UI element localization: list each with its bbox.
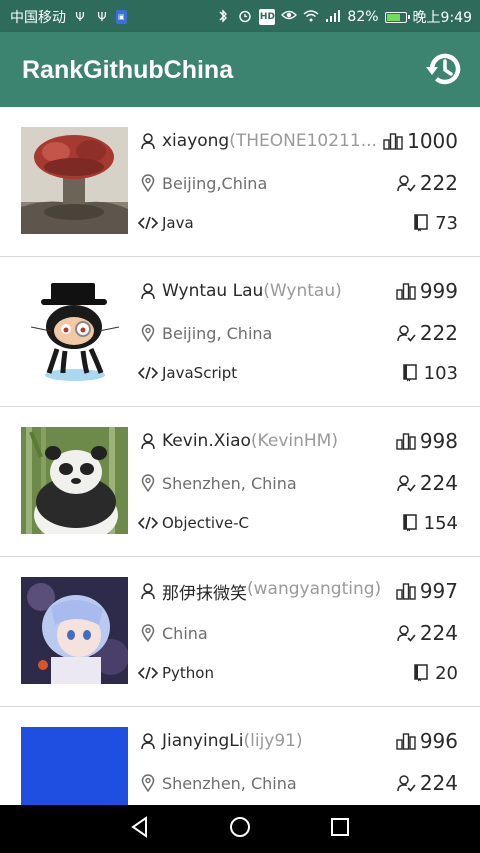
home-icon bbox=[229, 816, 251, 842]
user-location: Shenzhen, China bbox=[162, 773, 297, 793]
user-card[interactable]: Kevin.Xiao (KevinHM) 998 Shenzhen, China 224… bbox=[0, 407, 480, 557]
user-name: 那伊抹微笑 bbox=[162, 583, 247, 604]
user-card[interactable]: JianyingLi (lijy91) 996 Shenzhen, China 224 bbox=[0, 707, 480, 805]
avatar bbox=[21, 127, 128, 234]
repo-icon bbox=[411, 663, 431, 683]
repos-value: 20 bbox=[435, 662, 458, 684]
eye-icon bbox=[281, 9, 298, 25]
user-language: Objective-C bbox=[162, 514, 250, 532]
user-rank-list[interactable]: xiayong (THEONE10211... 1000 Beijing,China 2… bbox=[0, 107, 480, 805]
location-pin-icon bbox=[138, 473, 158, 493]
battery-icon bbox=[384, 11, 410, 23]
followers-value: 224 bbox=[419, 621, 458, 645]
back-icon bbox=[129, 816, 151, 842]
carrier-label: 中国移动 bbox=[10, 10, 66, 26]
app-title: RankGithubChina bbox=[22, 56, 234, 84]
battery-percent: 82% bbox=[347, 9, 379, 25]
user-card[interactable]: xiayong (THEONE10211... 1000 Beijing,China 2… bbox=[0, 107, 480, 257]
user-name: JianyingLi bbox=[162, 731, 244, 751]
user-login: (THEONE10211... bbox=[229, 131, 377, 151]
followers-value: 224 bbox=[419, 771, 458, 795]
back-button[interactable] bbox=[120, 809, 160, 849]
repo-icon bbox=[411, 213, 431, 233]
person-icon bbox=[138, 581, 158, 601]
wifi-icon bbox=[303, 9, 319, 25]
followers-value: 222 bbox=[419, 171, 458, 195]
user-location: Beijing, China bbox=[162, 323, 273, 343]
user-location: China bbox=[162, 623, 208, 643]
followers-icon bbox=[396, 773, 416, 793]
user-name: Wyntau Lau bbox=[162, 281, 264, 301]
code-icon bbox=[138, 213, 158, 233]
usb-icon: Ψ bbox=[97, 10, 107, 24]
hd-icon: HD bbox=[259, 9, 276, 25]
user-language: Python bbox=[162, 664, 214, 682]
repos-value: 73 bbox=[435, 212, 458, 234]
repos-value: 103 bbox=[423, 362, 458, 384]
app-bar: RankGithubChina bbox=[0, 32, 480, 107]
user-name: xiayong bbox=[162, 131, 230, 151]
user-language: JavaScript bbox=[162, 364, 238, 382]
person-icon bbox=[138, 131, 158, 151]
repo-icon bbox=[400, 363, 420, 383]
rank-value: 999 bbox=[419, 279, 458, 303]
user-login: (wangyangting) bbox=[247, 578, 382, 599]
rank-value: 996 bbox=[419, 729, 458, 753]
navigation-bar bbox=[0, 805, 480, 853]
repos-value: 154 bbox=[423, 512, 458, 534]
usb-icon: Ψ bbox=[75, 10, 85, 24]
rank-value: 997 bbox=[419, 579, 458, 603]
repo-icon bbox=[400, 513, 420, 533]
home-button[interactable] bbox=[220, 809, 260, 849]
user-card[interactable]: Wyntau Lau (Wyntau) 999 Beijing, China 222 Ja… bbox=[0, 257, 480, 407]
person-icon bbox=[138, 281, 158, 301]
avatar bbox=[21, 427, 128, 534]
location-pin-icon bbox=[138, 323, 158, 343]
rank-value: 998 bbox=[419, 429, 458, 453]
alarm-icon bbox=[237, 9, 253, 25]
code-icon bbox=[138, 363, 158, 383]
history-button[interactable] bbox=[422, 48, 468, 94]
rank-icon bbox=[396, 581, 416, 601]
history-icon bbox=[424, 48, 466, 94]
avatar bbox=[21, 277, 128, 384]
avatar bbox=[21, 577, 128, 684]
location-pin-icon bbox=[138, 773, 158, 793]
user-card[interactable]: 那伊抹微笑 (wangyangting) 997 China 224 Python 20 bbox=[0, 557, 480, 707]
app-badge-icon: ▣ bbox=[116, 10, 127, 24]
rank-value: 1000 bbox=[407, 129, 458, 153]
clock: 晚上9:49 bbox=[412, 10, 472, 26]
followers-value: 224 bbox=[419, 471, 458, 495]
signal-icon bbox=[325, 9, 341, 25]
user-login: (lijy91) bbox=[243, 731, 303, 751]
followers-icon bbox=[396, 323, 416, 343]
rank-icon bbox=[396, 431, 416, 451]
followers-icon bbox=[396, 473, 416, 493]
followers-value: 222 bbox=[419, 321, 458, 345]
person-icon bbox=[138, 431, 158, 451]
recents-icon bbox=[330, 817, 350, 841]
user-language: Java bbox=[162, 214, 194, 232]
rank-icon bbox=[383, 131, 403, 151]
code-icon bbox=[138, 663, 158, 683]
avatar bbox=[21, 727, 128, 805]
followers-icon bbox=[396, 623, 416, 643]
user-location: Shenzhen, China bbox=[162, 473, 297, 493]
bluetooth-icon bbox=[215, 9, 231, 25]
person-icon bbox=[138, 731, 158, 751]
rank-icon bbox=[396, 731, 416, 751]
followers-icon bbox=[396, 173, 416, 193]
user-name: Kevin.Xiao bbox=[162, 431, 251, 451]
rank-icon bbox=[396, 281, 416, 301]
recents-button[interactable] bbox=[320, 809, 360, 849]
user-login: (Wyntau) bbox=[263, 281, 342, 301]
user-location: Beijing,China bbox=[162, 173, 268, 193]
user-login: (KevinHM) bbox=[250, 431, 338, 451]
status-bar: 中国移动 Ψ Ψ ▣ HD 82% 晚上9:49 bbox=[0, 0, 480, 32]
code-icon bbox=[138, 513, 158, 533]
location-pin-icon bbox=[138, 623, 158, 643]
location-pin-icon bbox=[138, 173, 158, 193]
